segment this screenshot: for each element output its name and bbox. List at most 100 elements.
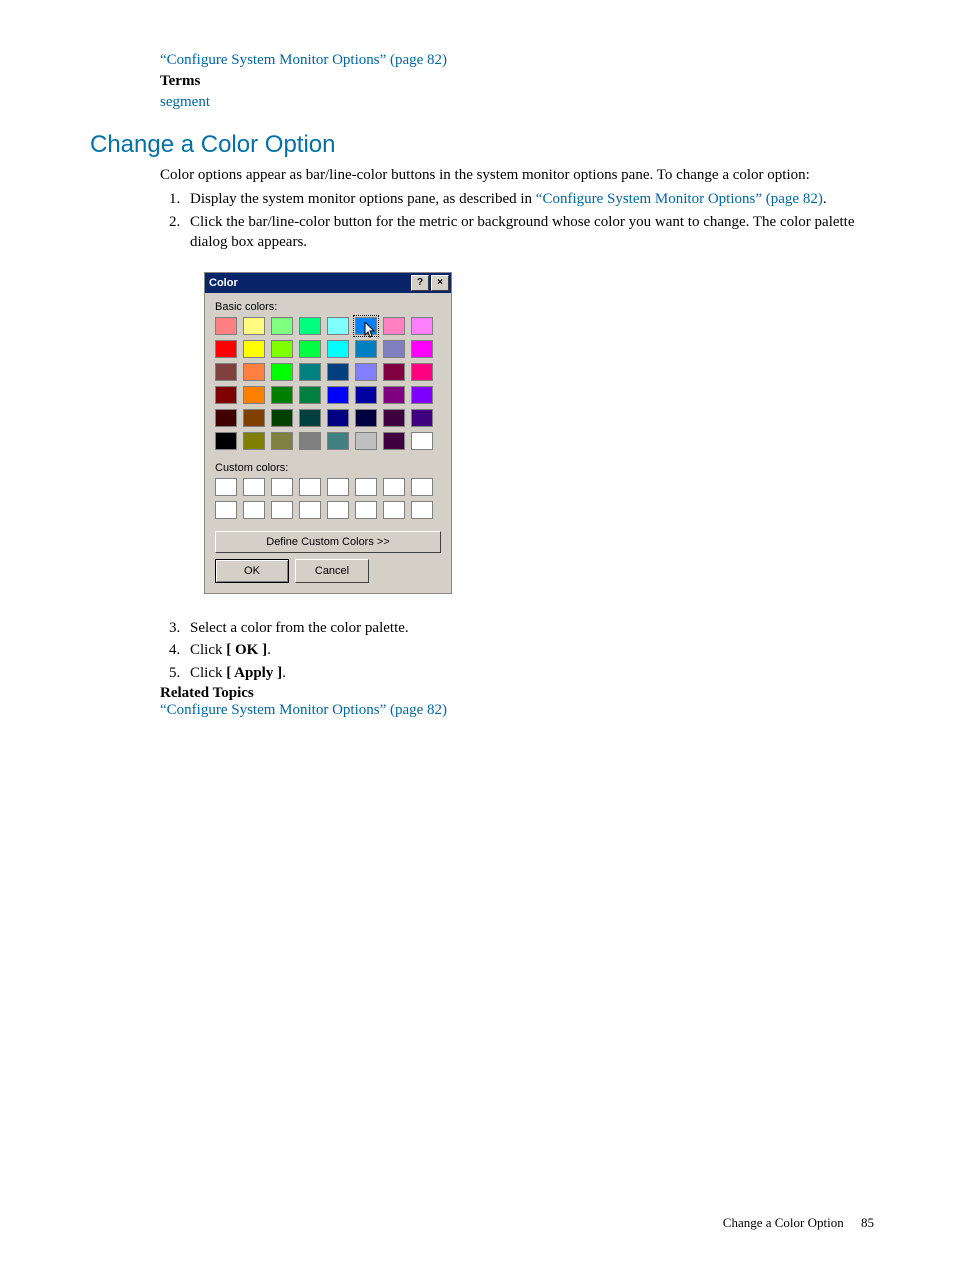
basic-color-swatch[interactable] [411, 432, 433, 450]
custom-color-swatch[interactable] [271, 478, 293, 496]
section-heading: Change a Color Option [90, 131, 874, 159]
basic-color-swatch[interactable] [299, 340, 321, 358]
basic-color-swatch[interactable] [355, 409, 377, 427]
step-2: Click the bar/line-color button for the … [184, 212, 874, 253]
basic-color-swatch[interactable] [411, 363, 433, 381]
step-3: Select a color from the color palette. [184, 618, 874, 638]
basic-color-swatch[interactable] [327, 386, 349, 404]
custom-color-swatch[interactable] [215, 501, 237, 519]
xref-link-configure-1[interactable]: “Configure System Monitor Options” (page… [160, 52, 447, 68]
basic-color-swatch[interactable] [243, 317, 265, 335]
custom-color-swatch[interactable] [411, 478, 433, 496]
basic-color-swatch[interactable] [215, 340, 237, 358]
basic-color-swatch[interactable] [383, 340, 405, 358]
basic-color-swatch[interactable] [327, 340, 349, 358]
related-xref-link[interactable]: “Configure System Monitor Options” (page… [160, 702, 447, 718]
step-1: Display the system monitor options pane,… [184, 189, 874, 209]
basic-color-swatch[interactable] [215, 432, 237, 450]
step-4-button-ref: [ OK ] [226, 642, 267, 658]
basic-color-swatch[interactable] [355, 317, 377, 335]
basic-color-swatch[interactable] [271, 340, 293, 358]
basic-color-swatch[interactable] [383, 386, 405, 404]
basic-color-swatch[interactable] [243, 363, 265, 381]
basic-color-swatch[interactable] [355, 340, 377, 358]
custom-color-swatch[interactable] [299, 501, 321, 519]
basic-color-swatch[interactable] [383, 432, 405, 450]
basic-color-swatch[interactable] [327, 317, 349, 335]
basic-color-swatch[interactable] [411, 317, 433, 335]
custom-colors-label: Custom colors: [215, 462, 441, 474]
page-footer: Change a Color Option 85 [723, 1215, 874, 1231]
basic-colors-grid [215, 317, 441, 450]
steps-list-continued: Select a color from the color palette. C… [160, 618, 874, 683]
cancel-button[interactable]: Cancel [295, 559, 369, 583]
footer-page-number: 85 [861, 1215, 874, 1230]
help-button[interactable]: ? [411, 275, 429, 291]
basic-color-swatch[interactable] [411, 386, 433, 404]
custom-color-swatch[interactable] [411, 501, 433, 519]
custom-color-swatch[interactable] [215, 478, 237, 496]
basic-color-swatch[interactable] [299, 386, 321, 404]
basic-color-swatch[interactable] [411, 340, 433, 358]
dialog-title: Color [209, 277, 409, 289]
basic-color-swatch[interactable] [243, 409, 265, 427]
basic-color-swatch[interactable] [215, 317, 237, 335]
term-segment-link[interactable]: segment [160, 94, 210, 110]
basic-color-swatch[interactable] [271, 409, 293, 427]
terms-label: Terms [160, 71, 874, 92]
basic-color-swatch[interactable] [243, 432, 265, 450]
basic-color-swatch[interactable] [299, 363, 321, 381]
basic-color-swatch[interactable] [327, 363, 349, 381]
dialog-titlebar: Color ? × [205, 273, 451, 293]
step-1-text-post: . [823, 191, 827, 207]
basic-color-swatch[interactable] [327, 432, 349, 450]
basic-color-swatch[interactable] [271, 386, 293, 404]
basic-color-swatch[interactable] [355, 363, 377, 381]
custom-color-swatch[interactable] [355, 501, 377, 519]
custom-color-swatch[interactable] [355, 478, 377, 496]
custom-color-swatch[interactable] [271, 501, 293, 519]
basic-color-swatch[interactable] [383, 317, 405, 335]
cursor-icon [364, 322, 378, 340]
basic-color-swatch[interactable] [383, 363, 405, 381]
basic-color-swatch[interactable] [271, 432, 293, 450]
custom-colors-grid [215, 478, 441, 519]
basic-color-swatch[interactable] [327, 409, 349, 427]
custom-color-swatch[interactable] [299, 478, 321, 496]
step-5-button-ref: [ Apply ] [226, 665, 282, 681]
basic-colors-label: Basic colors: [215, 301, 441, 313]
basic-color-swatch[interactable] [243, 386, 265, 404]
basic-color-swatch[interactable] [299, 432, 321, 450]
custom-color-swatch[interactable] [243, 478, 265, 496]
step-1-xref-link[interactable]: “Configure System Monitor Options” (page… [536, 191, 823, 207]
footer-section-title: Change a Color Option [723, 1215, 844, 1230]
basic-color-swatch[interactable] [243, 340, 265, 358]
step-1-text-pre: Display the system monitor options pane,… [190, 191, 536, 207]
steps-list: Display the system monitor options pane,… [160, 189, 874, 252]
basic-color-swatch[interactable] [215, 409, 237, 427]
basic-color-swatch[interactable] [355, 386, 377, 404]
close-button[interactable]: × [431, 275, 449, 291]
custom-color-swatch[interactable] [383, 501, 405, 519]
ok-button[interactable]: OK [215, 559, 289, 583]
basic-color-swatch[interactable] [355, 432, 377, 450]
step-4: Click [ OK ]. [184, 640, 874, 660]
step-5-pre: Click [190, 665, 226, 681]
basic-color-swatch[interactable] [299, 317, 321, 335]
basic-color-swatch[interactable] [215, 386, 237, 404]
step-5: Click [ Apply ]. [184, 663, 874, 683]
basic-color-swatch[interactable] [299, 409, 321, 427]
custom-color-swatch[interactable] [327, 478, 349, 496]
step-4-post: . [267, 642, 271, 658]
step-5-post: . [282, 665, 286, 681]
custom-color-swatch[interactable] [383, 478, 405, 496]
basic-color-swatch[interactable] [271, 317, 293, 335]
basic-color-swatch[interactable] [215, 363, 237, 381]
intro-paragraph: Color options appear as bar/line-color b… [160, 165, 874, 185]
custom-color-swatch[interactable] [327, 501, 349, 519]
basic-color-swatch[interactable] [411, 409, 433, 427]
basic-color-swatch[interactable] [271, 363, 293, 381]
basic-color-swatch[interactable] [383, 409, 405, 427]
custom-color-swatch[interactable] [243, 501, 265, 519]
define-custom-colors-button[interactable]: Define Custom Colors >> [215, 531, 441, 553]
